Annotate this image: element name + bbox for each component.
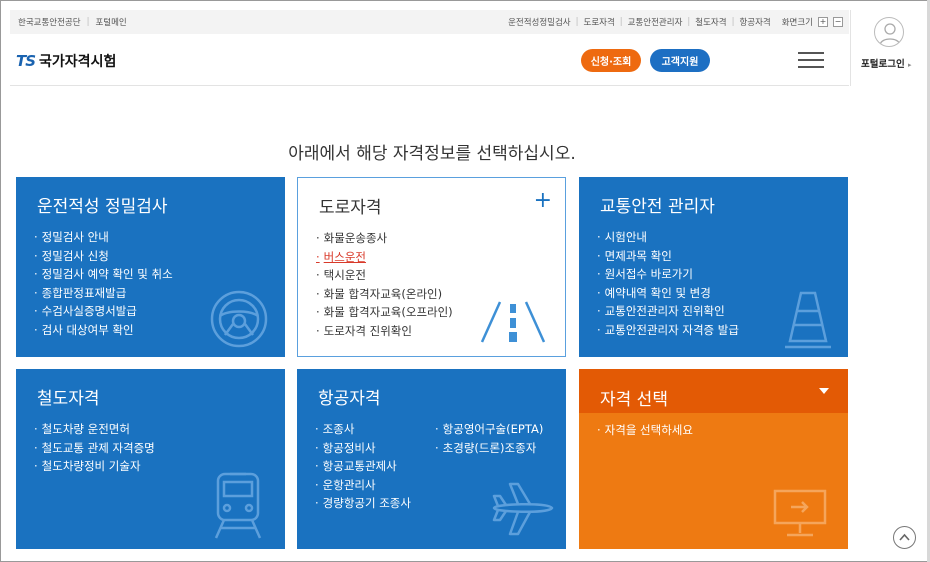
- list-item[interactable]: 화물 합격자교육(온라인): [316, 285, 453, 304]
- divider: |: [687, 17, 691, 27]
- link-rail[interactable]: 철도자격: [695, 16, 726, 28]
- zoom-in-button[interactable]: +: [818, 17, 828, 27]
- link-safety-manager[interactable]: 교통안전관리자: [628, 16, 683, 28]
- card-link-list: 시험안내 면제과목 확인 원서접수 바로가기 예약내역 확인 및 변경 교통안전…: [597, 228, 739, 340]
- list-item[interactable]: 정밀검사 신청: [34, 247, 173, 266]
- list-item[interactable]: 항공영어구술(EPTA): [435, 420, 544, 439]
- scroll-top-button[interactable]: [893, 526, 916, 549]
- list-item[interactable]: 경량항공기 조종사: [315, 494, 411, 513]
- utility-bar: 한국교통안전공단 | 포털메인 운전적성정밀검사 | 도로자격 | 교통안전관리…: [10, 10, 849, 34]
- list-item[interactable]: 항공정비사: [315, 439, 411, 458]
- card-link-list-left: 조종사 항공정비사 항공교통관제사 운항관리사 경량항공기 조종사: [315, 420, 411, 513]
- list-item[interactable]: 화물 합격자교육(오프라인): [316, 303, 453, 322]
- card-safety-manager: 교통안전 관리자 시험안내 면제과목 확인 원서접수 바로가기 예약내역 확인 …: [579, 177, 848, 357]
- zoom-out-button[interactable]: −: [833, 17, 843, 27]
- list-item[interactable]: 운항관리사: [315, 476, 411, 495]
- login-text: 포털로그인: [861, 59, 905, 70]
- list-item[interactable]: 철도차량 운전면허: [34, 420, 155, 439]
- traffic-cone-icon: [785, 291, 831, 349]
- divider: |: [86, 17, 90, 27]
- portal-login[interactable]: 포털로그인 ▸: [850, 10, 927, 86]
- card-title[interactable]: 운전적성 정밀검사: [37, 192, 168, 217]
- card-aptitude-test: 운전적성 정밀검사 정밀검사 안내 정밀검사 신청 정밀검사 예약 확인 및 취…: [16, 177, 285, 357]
- link-portal-main[interactable]: 포털메인: [95, 16, 126, 28]
- list-item[interactable]: 철도교통 관제 자격증명: [34, 439, 155, 458]
- logo-ts-text: TS: [16, 52, 36, 70]
- chevron-up-icon: [899, 533, 910, 541]
- list-item[interactable]: 조종사: [315, 420, 411, 439]
- list-item[interactable]: 면제과목 확인: [597, 247, 739, 266]
- zoom-label: 화면크기: [781, 18, 813, 28]
- card-link-list-right: 항공영어구술(EPTA) 초경량(드론)조종자: [435, 420, 544, 458]
- card-link-list: 화물운송종사 버스운전 택시운전 화물 합격자교육(온라인) 화물 합격자교육(…: [316, 229, 453, 341]
- list-item[interactable]: 정밀검사 예약 확인 및 취소: [34, 265, 173, 284]
- utility-left-links: 한국교통안전공단 | 포털메인: [18, 16, 127, 28]
- list-item[interactable]: 자격을 선택하세요: [597, 421, 693, 440]
- card-aviation-license: 항공자격 조종사 항공정비사 항공교통관제사 운항관리사 경량항공기 조종사 항…: [297, 369, 566, 549]
- card-title[interactable]: 자격 선택: [600, 385, 668, 410]
- train-icon: [214, 472, 262, 539]
- logo-text: 국가자격시험: [39, 54, 117, 70]
- customer-support-button[interactable]: 고객지원: [650, 49, 710, 72]
- list-item[interactable]: 항공교통관제사: [315, 457, 411, 476]
- monitor-icon: [773, 489, 827, 537]
- list-item[interactable]: 시험안내: [597, 228, 739, 247]
- link-aptitude[interactable]: 운전적성정밀검사: [508, 16, 571, 28]
- airplane-icon: [492, 482, 554, 536]
- list-item[interactable]: 화물운송종사: [316, 229, 453, 248]
- apply-lookup-button[interactable]: 신청·조회: [581, 49, 641, 72]
- link-aviation[interactable]: 항공자격: [739, 16, 770, 28]
- list-item[interactable]: 수검사실증명서발급: [34, 302, 173, 321]
- card-link-list: 정밀검사 안내 정밀검사 신청 정밀검사 예약 확인 및 취소 종합판정표재발급…: [34, 228, 173, 340]
- card-title[interactable]: 철도자격: [37, 384, 100, 409]
- steering-wheel-icon: [210, 290, 268, 348]
- logo-mark: TS: [16, 52, 36, 70]
- list-item[interactable]: 철도차량정비 기술자: [34, 457, 155, 476]
- site-header: TS 국가자격시험 신청·조회 고객지원: [10, 34, 849, 86]
- plus-icon[interactable]: +: [534, 190, 552, 212]
- road-icon: [480, 301, 546, 343]
- list-item[interactable]: 교통안전관리자 진위확인: [597, 302, 739, 321]
- utility-right-links: 운전적성정밀검사 | 도로자격 | 교통안전관리자 | 철도자격 | 항공자격 …: [508, 16, 843, 28]
- list-item[interactable]: 교통안전관리자 자격증 발급: [597, 321, 739, 340]
- hamburger-icon[interactable]: [798, 51, 824, 69]
- portal-login-label: 포털로그인 ▸: [861, 56, 912, 70]
- list-item[interactable]: 원서접수 바로가기: [597, 265, 739, 284]
- card-link-list: 철도차량 운전면허 철도교통 관제 자격증명 철도차량정비 기술자: [34, 420, 155, 476]
- list-item[interactable]: 검사 대상여부 확인: [34, 321, 173, 340]
- divider: |: [619, 17, 623, 27]
- card-road-license: 도로자격 + 화물운송종사 버스운전 택시운전 화물 합격자교육(온라인) 화물…: [297, 177, 566, 357]
- card-rail-license: 철도자격 철도차량 운전면허 철도교통 관제 자격증명 철도차량정비 기술자: [16, 369, 285, 549]
- link-road[interactable]: 도로자격: [584, 16, 615, 28]
- divider: |: [731, 17, 735, 27]
- list-item[interactable]: 정밀검사 안내: [34, 228, 173, 247]
- card-title[interactable]: 항공자격: [318, 384, 381, 409]
- page-headline: 아래에서 해당 자격정보를 선택하십시오.: [288, 144, 576, 164]
- card-link-list: 자격을 선택하세요: [597, 421, 693, 440]
- list-item[interactable]: 택시운전: [316, 266, 453, 285]
- list-item[interactable]: 종합판정표재발급: [34, 284, 173, 303]
- list-item[interactable]: 버스운전: [316, 248, 453, 267]
- link-kotsa[interactable]: 한국교통안전공단: [18, 16, 81, 28]
- chevron-down-icon[interactable]: [819, 388, 829, 394]
- card-license-select: 자격 선택 자격을 선택하세요: [579, 369, 848, 549]
- chevron-right-icon: ▸: [908, 61, 912, 69]
- list-item[interactable]: 예약내역 확인 및 변경: [597, 284, 739, 303]
- site-logo[interactable]: TS 국가자격시험: [16, 51, 116, 71]
- divider: |: [575, 17, 579, 27]
- list-item[interactable]: 도로자격 진위확인: [316, 322, 453, 341]
- user-icon: [874, 17, 904, 47]
- card-title[interactable]: 도로자격: [319, 193, 382, 218]
- card-title[interactable]: 교통안전 관리자: [600, 192, 715, 217]
- list-item[interactable]: 초경량(드론)조종자: [435, 439, 543, 458]
